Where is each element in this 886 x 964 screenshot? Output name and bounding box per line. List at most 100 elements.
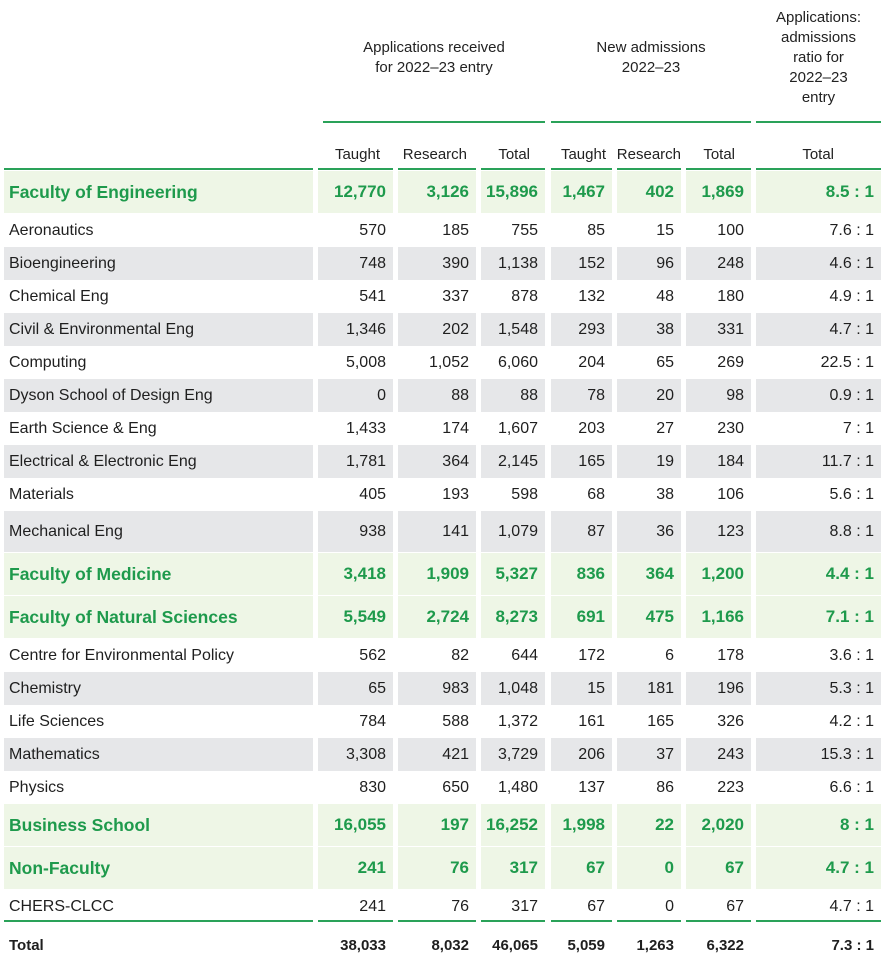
col-admissions-taught: Taught: [560, 146, 606, 163]
row-label: Total: [9, 936, 44, 954]
cell-n-tot: 331: [717, 320, 744, 338]
cell-a-r: 650: [442, 778, 469, 796]
ratio-group-heading: Applications: admissions ratio for 2022–…: [756, 8, 881, 123]
table-row: Materials 405 193 598 68 38 106 5.6 : 1: [0, 478, 886, 511]
cell-n-r: 36: [656, 522, 674, 540]
cell-n-tot: 1,869: [701, 182, 744, 201]
row-label: Mathematics: [9, 745, 100, 763]
cell-a-r: 983: [442, 679, 469, 697]
cell-a-r: 421: [442, 745, 469, 763]
table-row: Chemistry 65 983 1,048 15 181 196 5.3 : 1: [0, 672, 886, 705]
cell-ratio: 4.7 : 1: [825, 858, 874, 877]
cell-n-t: 152: [578, 254, 605, 272]
total-rule: [551, 920, 612, 922]
row-label: Civil & Environmental Eng: [9, 320, 194, 338]
applications-group-rule: [323, 121, 545, 123]
cell-a-t: 1,781: [345, 452, 386, 470]
cell-n-tot: 248: [717, 254, 744, 272]
cell-ratio: 7.3 : 1: [831, 936, 874, 954]
cell-a-t: 5,008: [345, 353, 386, 371]
admissions-group-label: New admissions 2022–23: [596, 39, 706, 76]
cell-a-tot: 1,048: [497, 679, 538, 697]
row-label: Computing: [9, 353, 87, 371]
cell-a-r: 82: [451, 646, 469, 664]
cell-n-t: 836: [576, 564, 605, 583]
cell-a-tot: 15,896: [486, 182, 538, 201]
cell-n-r: 48: [656, 287, 674, 305]
cell-n-tot: 1,200: [701, 564, 744, 583]
cell-a-r: 3,126: [426, 182, 469, 201]
cell-ratio: 7 : 1: [842, 419, 874, 437]
cell-n-tot: 326: [717, 712, 744, 730]
cell-a-tot: 755: [511, 221, 538, 239]
cell-a-r: 2,724: [426, 607, 469, 626]
row-label: Mechanical Eng: [9, 522, 123, 540]
cell-n-tot: 178: [717, 646, 744, 664]
cell-n-r: 6: [665, 646, 674, 664]
row-label: Centre for Environmental Policy: [9, 646, 234, 664]
cell-n-r: 86: [656, 778, 674, 796]
cell-a-t: 938: [359, 522, 386, 540]
cell-a-r: 364: [442, 452, 469, 470]
col-admissions-research: Research: [616, 146, 681, 163]
column-header-rule: [398, 168, 476, 170]
ratio-group-label: Applications: admissions ratio for 2022–…: [775, 9, 862, 106]
cell-n-tot: 6,322: [706, 936, 744, 954]
row-label: Materials: [9, 485, 74, 503]
cell-a-r: 76: [450, 858, 469, 877]
row-label: Earth Science & Eng: [9, 419, 157, 437]
row-label: Bioengineering: [9, 254, 116, 272]
cell-a-t: 784: [359, 712, 386, 730]
cell-a-t: 241: [357, 858, 386, 877]
table-header: Applications received for 2022–23 entry …: [0, 0, 886, 170]
row-label: Chemical Eng: [9, 287, 109, 305]
cell-a-tot: 317: [509, 858, 538, 877]
cell-a-r: 8,032: [431, 936, 469, 954]
cell-n-t: 206: [578, 745, 605, 763]
cell-n-t: 1,467: [562, 182, 605, 201]
cell-n-t: 5,059: [567, 936, 605, 954]
cell-a-r: 141: [442, 522, 469, 540]
col-applications-taught: Taught: [334, 146, 380, 163]
cell-n-r: 38: [656, 320, 674, 338]
cell-a-tot: 16,252: [486, 815, 538, 834]
table-row: Civil & Environmental Eng 1,346 202 1,548 29…: [0, 313, 886, 346]
cell-n-t: 15: [587, 679, 605, 697]
cell-ratio: 4.7 : 1: [829, 320, 874, 338]
cell-n-t: 1,998: [562, 815, 605, 834]
cell-n-r: 27: [656, 419, 674, 437]
table-row: Earth Science & Eng 1,433 174 1,607 203 27 230…: [0, 412, 886, 445]
cell-n-r: 19: [656, 452, 674, 470]
cell-n-t: 293: [578, 320, 605, 338]
cell-n-r: 38: [656, 485, 674, 503]
cell-ratio: 15.3 : 1: [820, 745, 874, 763]
total-row: Total 38,033 8,032 46,065 5,059 1,263 6,322 7.3…: [0, 928, 886, 962]
row-label: Electrical & Electronic Eng: [9, 452, 197, 470]
table-row: Dyson School of Design Eng 0 88 88 78 20 98 0.9…: [0, 379, 886, 412]
cell-n-t: 165: [578, 452, 605, 470]
table-row: Bioengineering 748 390 1,138 152 96 248 4.6 : 1: [0, 247, 886, 280]
cell-n-tot: 98: [726, 386, 744, 404]
row-label: Faculty of Natural Sciences: [9, 606, 238, 627]
cell-a-tot: 2,145: [497, 452, 538, 470]
total-rule: [686, 920, 751, 922]
cell-n-r: 402: [645, 182, 674, 201]
column-header-rule: [686, 168, 751, 170]
cell-a-t: 562: [359, 646, 386, 664]
column-header-rule: [318, 168, 393, 170]
row-label: Physics: [9, 778, 65, 796]
cell-a-t: 241: [359, 897, 386, 915]
cell-a-tot: 317: [511, 897, 538, 915]
table-row: Centre for Environmental Policy 562 82 644 1…: [0, 639, 886, 672]
cell-a-tot: 1,548: [497, 320, 538, 338]
cell-a-r: 588: [442, 712, 469, 730]
total-rule: [398, 920, 476, 922]
column-header-rule: [551, 168, 612, 170]
cell-a-r: 88: [451, 386, 469, 404]
cell-n-tot: 184: [717, 452, 744, 470]
ratio-group-rule: [756, 121, 881, 123]
cell-n-t: 67: [586, 858, 605, 877]
cell-a-tot: 1,138: [497, 254, 538, 272]
cell-a-r: 193: [442, 485, 469, 503]
cell-a-r: 185: [442, 221, 469, 239]
